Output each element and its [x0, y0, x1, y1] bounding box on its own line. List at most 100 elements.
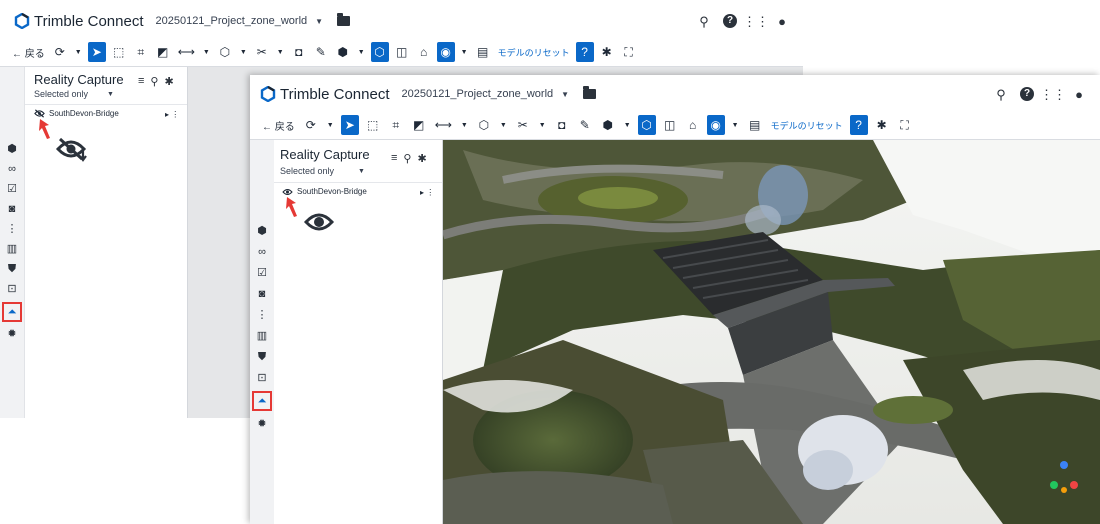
visibility-icon[interactable]: ◉	[706, 115, 725, 135]
shape-icon[interactable]: ⬡	[216, 42, 234, 62]
box-select-icon[interactable]: ⬚	[110, 42, 128, 62]
table-icon[interactable]: ▥	[5, 242, 19, 256]
tree-icon[interactable]: ⋮	[255, 308, 269, 322]
camera-icon[interactable]: ◙	[5, 202, 19, 216]
select-icon[interactable]: ➤	[340, 115, 359, 135]
chevron-down-icon[interactable]: ▼	[498, 115, 509, 135]
measure-icon[interactable]: ⟷	[433, 115, 454, 135]
shape-icon[interactable]: ⬡	[475, 115, 493, 135]
snapshot-icon[interactable]: ◘	[553, 115, 571, 135]
search-icon[interactable]: ⚲	[994, 87, 1008, 101]
orbit-icon[interactable]: ⟳	[51, 42, 69, 62]
search-icon[interactable]: ⚲	[403, 152, 411, 165]
settings-gear-icon[interactable]: ✱	[598, 42, 616, 62]
snapshot-icon[interactable]: ◘	[290, 42, 308, 62]
link-icon[interactable]: ∞	[255, 245, 269, 259]
list-item[interactable]: SouthDevon-Bridge	[34, 109, 119, 118]
scissors-icon[interactable]: ✂	[514, 115, 532, 135]
filter-select[interactable]: Selected only	[280, 166, 334, 176]
cube-icon[interactable]: ⬢	[255, 224, 269, 238]
logo[interactable]: Trimble Connect	[250, 86, 389, 103]
keyboard-icon[interactable]: ▤	[746, 115, 764, 135]
help-icon[interactable]: ?	[575, 42, 594, 62]
fullscreen-icon[interactable]: ⛶	[620, 42, 638, 62]
gear-icon[interactable]: ✹	[255, 417, 269, 431]
reset-model-button[interactable]: モデルのリセット	[769, 115, 845, 135]
chevron-down-icon[interactable]: ▼	[537, 115, 548, 135]
tree-icon[interactable]: ⋮	[5, 222, 19, 236]
filter-select[interactable]: Selected only	[34, 89, 88, 99]
select-icon[interactable]: ➤	[87, 42, 106, 62]
fit-icon[interactable]: ⌗	[132, 42, 150, 62]
chevron-down-icon[interactable]: ▼	[201, 42, 212, 62]
chevron-down-icon[interactable]: ▼	[107, 91, 114, 98]
chevron-down-icon[interactable]: ▼	[459, 42, 470, 62]
orbit-icon[interactable]: ⟳	[302, 115, 320, 135]
3d-mode-icon[interactable]: ⬡	[637, 115, 656, 135]
settings-gear-icon[interactable]: ✱	[873, 115, 891, 135]
visibility-icon[interactable]: ◉	[436, 42, 455, 62]
gear-icon[interactable]: ✹	[5, 327, 19, 341]
settings-gear-icon[interactable]: ✱	[164, 75, 173, 88]
project-dropdown-icon[interactable]: ▼	[315, 17, 323, 26]
user-icon[interactable]: ●	[1072, 87, 1086, 101]
shield-icon[interactable]: ⛊	[255, 350, 269, 364]
eye-icon[interactable]	[282, 188, 293, 196]
layers-icon[interactable]: ◫	[661, 115, 679, 135]
measure-icon[interactable]: ⟷	[176, 42, 197, 62]
checkbox-icon[interactable]: ☑	[5, 182, 19, 196]
apps-grid-icon[interactable]: ⋮⋮	[1040, 87, 1066, 101]
chevron-down-icon[interactable]: ▼	[622, 115, 633, 135]
3d-mode-icon[interactable]: ⬡	[370, 42, 389, 62]
back-button[interactable]: ← 戻る	[10, 42, 47, 62]
eye-slash-icon[interactable]	[34, 109, 45, 118]
search-icon[interactable]: ⚲	[697, 14, 711, 28]
checkbox-icon[interactable]: ☑	[255, 266, 269, 280]
link-icon[interactable]: ∞	[5, 162, 19, 176]
lock-icon[interactable]: ⌂	[684, 115, 702, 135]
scan-icon[interactable]: ⊡	[5, 282, 19, 296]
chevron-down-icon[interactable]: ▼	[238, 42, 249, 62]
fit-icon[interactable]: ⌗	[387, 115, 405, 135]
layers-icon[interactable]: ◫	[393, 42, 411, 62]
help-icon[interactable]: ?	[1020, 87, 1034, 101]
reality-capture-icon[interactable]: ⏶	[2, 302, 22, 322]
folder-icon[interactable]	[583, 86, 597, 99]
chevron-down-icon[interactable]: ▼	[358, 168, 365, 175]
expand-icon[interactable]: ▸ ⋮	[165, 110, 179, 119]
help-icon[interactable]: ?	[849, 115, 868, 135]
reality-capture-icon[interactable]: ⏶	[252, 391, 272, 411]
back-button[interactable]: ← 戻る	[260, 115, 297, 135]
chevron-down-icon[interactable]: ▼	[730, 115, 741, 135]
chevron-down-icon[interactable]: ▼	[275, 42, 286, 62]
chevron-down-icon[interactable]: ▼	[459, 115, 470, 135]
project-name[interactable]: 20250121_Project_zone_world	[155, 15, 307, 27]
project-name[interactable]: 20250121_Project_zone_world	[401, 88, 553, 100]
folder-icon[interactable]	[337, 13, 351, 26]
apps-grid-icon[interactable]: ⋮⋮	[743, 14, 769, 28]
table-icon[interactable]: ▥	[255, 329, 269, 343]
reset-model-button[interactable]: モデルのリセット	[496, 42, 572, 62]
scan-icon[interactable]: ⊡	[255, 371, 269, 385]
list-item[interactable]: SouthDevon-Bridge	[282, 187, 367, 196]
search-icon[interactable]: ⚲	[150, 75, 158, 88]
settings-gear-icon[interactable]: ✱	[417, 152, 426, 165]
markup-icon[interactable]: ✎	[576, 115, 594, 135]
chevron-down-icon[interactable]: ▼	[325, 115, 336, 135]
cube-icon[interactable]: ⬢	[5, 142, 19, 156]
section-icon[interactable]: ◩	[410, 115, 428, 135]
chevron-down-icon[interactable]: ▼	[356, 42, 367, 62]
cube-view-icon[interactable]: ⬢	[334, 42, 352, 62]
keyboard-icon[interactable]: ▤	[474, 42, 492, 62]
sort-icon[interactable]: ≡	[391, 152, 397, 165]
camera-icon[interactable]: ◙	[255, 287, 269, 301]
sort-icon[interactable]: ≡	[138, 75, 144, 88]
box-select-icon[interactable]: ⬚	[364, 115, 382, 135]
point-cloud-render[interactable]	[443, 140, 1100, 524]
chevron-down-icon[interactable]: ▼	[73, 42, 84, 62]
markup-icon[interactable]: ✎	[312, 42, 330, 62]
expand-icon[interactable]: ▸ ⋮	[420, 188, 434, 197]
scissors-icon[interactable]: ✂	[253, 42, 271, 62]
3d-viewport[interactable]	[443, 140, 1100, 524]
help-icon[interactable]: ?	[723, 14, 737, 28]
